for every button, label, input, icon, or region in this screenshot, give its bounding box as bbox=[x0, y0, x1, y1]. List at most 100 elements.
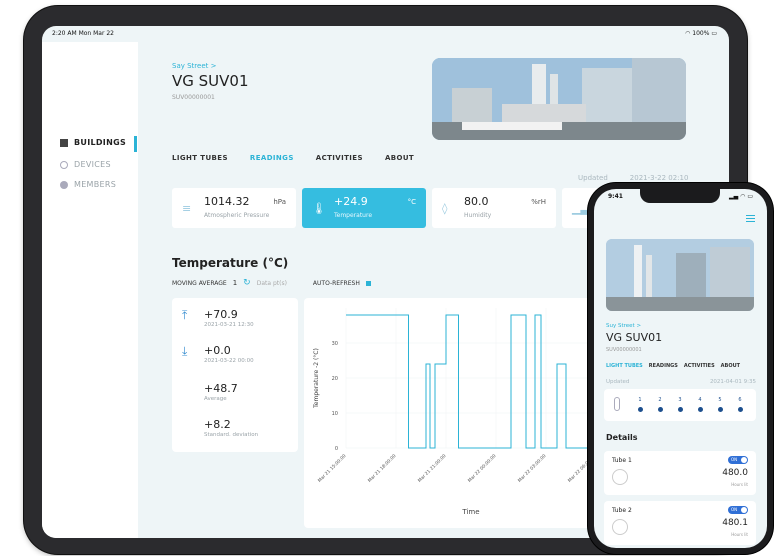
hamburger-menu-icon[interactable] bbox=[746, 215, 755, 224]
stat-card-pressure[interactable]: ≡ 1014.32 Atmospheric Pressure hPa bbox=[172, 188, 296, 228]
tube-indicator[interactable]: 3 bbox=[676, 397, 684, 412]
iphone-notch bbox=[640, 189, 720, 203]
updated-value: 2021-3-22 02:10 bbox=[629, 174, 689, 182]
status-time: 2:20 AM Mon Mar 22 bbox=[52, 30, 114, 37]
tube-card[interactable]: Tube 2 ON 480.1 Hours lit bbox=[604, 501, 756, 545]
iphone-screen: 9:41 ▂▄ ◠ ▭ Suy Street > VG SUV01 SUV000… bbox=[594, 189, 767, 548]
summary-sub: Average bbox=[204, 396, 227, 402]
stat-card-humidity[interactable]: ◊ 80.0 Humidity %rH bbox=[432, 188, 556, 228]
sidebar-item-label: MEMBERS bbox=[74, 180, 117, 189]
device-icon bbox=[60, 160, 68, 169]
updated-value: 2021-04-01 9:35 bbox=[709, 379, 756, 385]
arrow-up-icon: ⤒ bbox=[182, 308, 188, 322]
hours-label: Hours lit bbox=[731, 482, 748, 487]
tab-about[interactable]: ABOUT bbox=[385, 154, 414, 162]
device-serial: SUV00000001 bbox=[172, 94, 215, 101]
wifi-icon: ◠ bbox=[685, 30, 691, 37]
sidebar-item-label: DEVICES bbox=[74, 160, 111, 169]
hours-label: Hours lit bbox=[731, 532, 748, 537]
tab-readings[interactable]: READINGS bbox=[250, 154, 294, 162]
sidebar-active-indicator bbox=[134, 136, 137, 152]
updated-info: Updated 2021-3-22 02:10 bbox=[578, 174, 688, 182]
auto-refresh-label: AUTO-REFRESH bbox=[312, 279, 360, 287]
tab-about[interactable]: ABOUT bbox=[721, 363, 740, 369]
chart-controls: MOVING AVERAGE 1 ↻ Data pt(s) AUTO-REFRE… bbox=[172, 278, 371, 288]
summary-value: +70.9 bbox=[204, 308, 238, 321]
details-heading: Details bbox=[606, 433, 638, 442]
stat-unit: hPa bbox=[273, 198, 286, 206]
tab-readings[interactable]: READINGS bbox=[649, 363, 678, 369]
tube-indicator[interactable]: 6 bbox=[736, 397, 744, 412]
members-icon bbox=[60, 180, 68, 189]
power-toggle[interactable]: ON bbox=[728, 506, 748, 514]
drop-icon: ◊ bbox=[442, 202, 448, 215]
power-toggle[interactable]: ON bbox=[728, 456, 748, 464]
building-photo bbox=[432, 58, 686, 140]
updated-label: Updated bbox=[606, 379, 630, 385]
x-tick-label: Mar 22 03:00:00 bbox=[517, 453, 548, 484]
temperature-chart: 0 10 20 30 Mar 21 15:00:00 Mar 21 18:00:00 Mar… bbox=[313, 308, 598, 516]
tube-indicator[interactable]: 5 bbox=[716, 397, 724, 412]
auto-refresh-checkbox[interactable] bbox=[365, 280, 371, 286]
tube-name: Tube 2 bbox=[612, 507, 632, 514]
hours-value: 480.0 bbox=[722, 468, 748, 478]
stat-label: Atmospheric Pressure bbox=[204, 212, 270, 219]
tube-icon bbox=[612, 519, 628, 535]
summary-card: ⤒ +70.9 2021-03-21 12:30 ⤓ +0.0 2021-03-… bbox=[172, 298, 298, 452]
stat-label: Temperature bbox=[334, 212, 373, 219]
stat-unit: %rH bbox=[531, 198, 546, 206]
lamp-icon bbox=[614, 397, 620, 411]
building-photo bbox=[606, 239, 754, 311]
arrow-down-icon: ⤓ bbox=[182, 344, 188, 358]
thermometer-icon: 🌡︎ bbox=[312, 202, 326, 215]
tube-indicator[interactable]: 1 bbox=[636, 397, 644, 412]
y-tick-label: 20 bbox=[332, 376, 338, 382]
sidebar: BUILDINGS DEVICES MEMBERS bbox=[42, 42, 138, 538]
stat-value: 80.0 bbox=[464, 195, 489, 208]
battery-icon: ▭ bbox=[711, 30, 717, 37]
tab-light-tubes[interactable]: LIGHT TUBES bbox=[606, 363, 643, 369]
iphone-frame: 9:41 ▂▄ ◠ ▭ Suy Street > VG SUV01 SUV000… bbox=[588, 183, 773, 554]
tab-light-tubes[interactable]: LIGHT TUBES bbox=[172, 154, 228, 162]
refresh-icon[interactable]: ↻ bbox=[243, 278, 251, 288]
device-serial: SUV00000001 bbox=[606, 347, 642, 353]
building-illustration bbox=[432, 58, 686, 140]
summary-sub: Standard. deviation bbox=[204, 432, 259, 438]
y-tick-label: 0 bbox=[335, 446, 338, 452]
device-mockup-stage: 2:20 AM Mon Mar 22 ◠ 100% ▭ BUILDINGS DE… bbox=[0, 0, 779, 556]
tab-activities[interactable]: ACTIVITIES bbox=[316, 154, 363, 162]
tube-indicator[interactable]: 4 bbox=[696, 397, 704, 412]
tube-card[interactable]: Tube 1 ON 480.0 Hours lit bbox=[604, 451, 756, 495]
y-tick-label: 30 bbox=[332, 341, 338, 347]
tube-name: Tube 1 bbox=[612, 457, 632, 464]
breadcrumb[interactable]: Suy Street > bbox=[606, 323, 641, 329]
updated-label: Updated bbox=[578, 174, 608, 182]
section-title: Temperature (°C) bbox=[172, 256, 289, 270]
status-battery: ◠ 100% ▭ bbox=[685, 30, 717, 37]
building-icon bbox=[60, 138, 68, 147]
summary-sub: 2021-03-21 12:30 bbox=[204, 322, 254, 328]
stat-label: Humidity bbox=[464, 212, 492, 219]
breadcrumb[interactable]: Say Street > bbox=[172, 62, 216, 70]
tube-icon bbox=[612, 469, 628, 485]
summary-value: +0.0 bbox=[204, 344, 231, 357]
x-axis-label: Time bbox=[461, 508, 479, 516]
sidebar-item-buildings[interactable]: BUILDINGS bbox=[60, 138, 126, 147]
y-tick-label: 10 bbox=[332, 411, 338, 417]
hours-value: 480.1 bbox=[722, 518, 748, 528]
tube-indicator[interactable]: 2 bbox=[656, 397, 664, 412]
y-axis-label: Temperature -2 (°C) bbox=[313, 348, 320, 409]
data-points-label: Data pt(s) bbox=[256, 279, 287, 287]
wind-icon: ≡ bbox=[182, 202, 192, 215]
sidebar-item-label: BUILDINGS bbox=[74, 138, 127, 147]
x-tick-label: Mar 21 15:00:00 bbox=[317, 453, 348, 484]
summary-value: +48.7 bbox=[204, 382, 238, 395]
stat-value: +24.9 bbox=[334, 195, 368, 208]
stat-card-temperature[interactable]: 🌡︎ +24.9 Temperature °C bbox=[302, 188, 426, 228]
moving-average-input[interactable]: 1 bbox=[233, 279, 237, 287]
sidebar-item-members[interactable]: MEMBERS bbox=[60, 180, 116, 189]
sidebar-item-devices[interactable]: DEVICES bbox=[60, 160, 111, 169]
tab-activities[interactable]: ACTIVITIES bbox=[684, 363, 715, 369]
ipad-status-bar: 2:20 AM Mon Mar 22 ◠ 100% ▭ bbox=[42, 26, 729, 42]
summary-sub: 2021-03-22 00:00 bbox=[204, 358, 254, 364]
